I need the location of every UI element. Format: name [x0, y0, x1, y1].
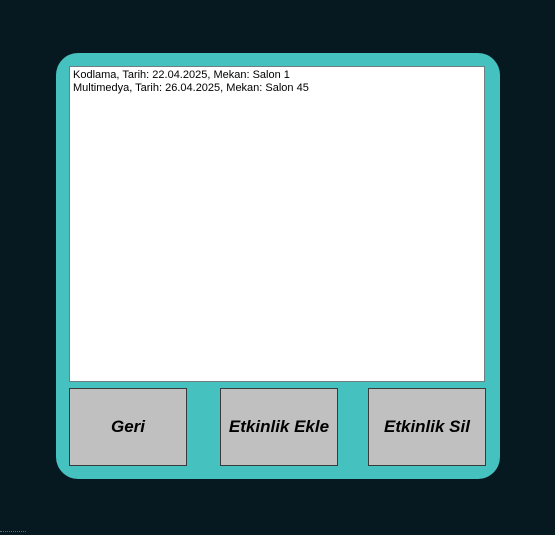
main-panel: Kodlama, Tarih: 22.04.2025, Mekan: Salon…: [56, 53, 500, 479]
app-window: Kodlama, Tarih: 22.04.2025, Mekan: Salon…: [0, 0, 555, 535]
list-item[interactable]: Multimedya, Tarih: 26.04.2025, Mekan: Sa…: [70, 82, 484, 95]
list-item[interactable]: Kodlama, Tarih: 22.04.2025, Mekan: Salon…: [70, 69, 484, 82]
delete-event-button[interactable]: Etkinlik Sil: [368, 388, 486, 466]
resize-grip: [0, 531, 26, 535]
add-event-button[interactable]: Etkinlik Ekle: [220, 388, 338, 466]
back-button[interactable]: Geri: [69, 388, 187, 466]
events-listbox[interactable]: Kodlama, Tarih: 22.04.2025, Mekan: Salon…: [69, 66, 485, 382]
